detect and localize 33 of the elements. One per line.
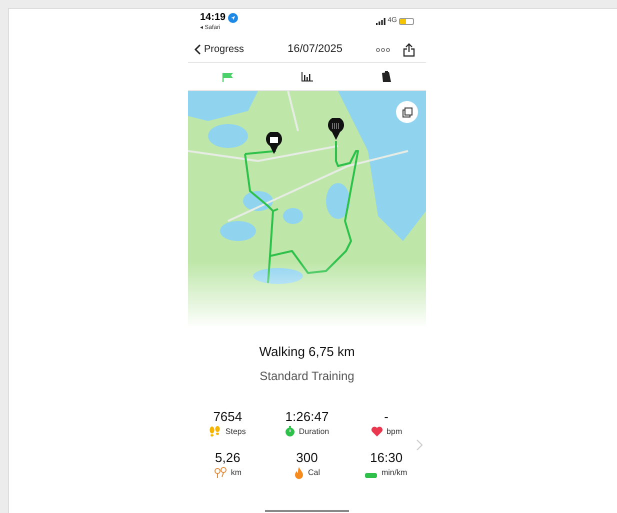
status-time: 14:19: [200, 12, 226, 24]
stat-label: Cal: [308, 466, 320, 478]
stat-value: 16:30: [370, 450, 403, 466]
finish-marker-icon: [328, 118, 344, 140]
more-icon[interactable]: [376, 48, 390, 52]
stat-value: 5,26: [215, 450, 240, 466]
stopwatch-icon: [284, 426, 295, 437]
location-badge-icon: [228, 13, 238, 23]
stat-label: Duration: [298, 426, 330, 438]
stat-value: 7654: [213, 408, 242, 424]
start-marker-icon: [266, 132, 282, 154]
stat-value: 300: [296, 450, 318, 466]
back-button[interactable]: Progress: [194, 42, 270, 57]
signal-icon: [376, 18, 386, 25]
date-title: 16/07/2025: [286, 42, 344, 58]
activity-title: Walking 6,75 km: [259, 343, 355, 361]
stat-label: km: [230, 466, 242, 478]
activity-subtitle: Standard Training: [260, 368, 354, 384]
flame-icon: [294, 466, 304, 478]
footprints-icon: [209, 426, 222, 437]
share-icon[interactable]: [403, 42, 415, 56]
location-pins-icon: [214, 467, 227, 478]
stat-label: bpm: [386, 426, 402, 438]
clipboard-icon[interactable]: [380, 70, 392, 82]
stat-label: min/km: [381, 466, 408, 478]
stat-label: Steps: [225, 426, 246, 438]
heart-icon: [370, 426, 383, 437]
layers-icon: [402, 106, 412, 118]
bar-chart-icon[interactable]: [300, 72, 313, 82]
battery-icon: [399, 18, 414, 25]
stat-value: -: [384, 408, 388, 424]
chevron-left-icon: [194, 44, 201, 55]
stat-value: 1:26:47: [285, 408, 329, 424]
